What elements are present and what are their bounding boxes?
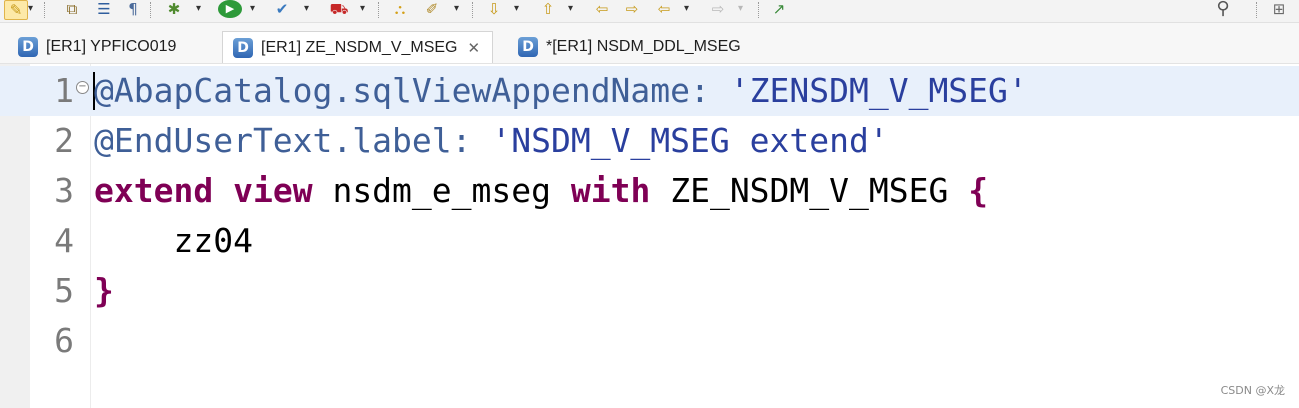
toolbar-separator xyxy=(472,2,474,18)
search-icon[interactable]: ⚲ xyxy=(1210,0,1236,18)
forward-icon[interactable]: ⇨ xyxy=(620,0,644,18)
toolbar-separator xyxy=(378,2,380,18)
brace-token: } xyxy=(94,271,114,310)
code-line-4[interactable]: 4 zz04 xyxy=(0,216,1299,266)
identifier-token: ZE_NSDM_V_MSEG xyxy=(650,171,969,210)
code-text: @AbapCatalog.sqlViewAppendName: 'ZENSDM_… xyxy=(94,66,1028,116)
main-toolbar: ✎ ▾ ⧉ ☰ ¶ ✱ ▾ ▶ ▾ ✔ ▾ ⛟ ▾ ⛬ ✐ ▾ ⇩ ▾ ⇧ ▾ … xyxy=(0,0,1299,23)
tab-label: [ER1] YPFICO019 xyxy=(46,37,177,55)
fold-collapse-icon[interactable]: − xyxy=(76,81,89,94)
debug-bug-icon[interactable]: ✱ xyxy=(162,0,186,18)
copy-objects-icon[interactable]: ⧉ xyxy=(60,0,84,18)
watermark: CSDN @X龙 xyxy=(1220,384,1285,397)
dropdown-icon[interactable]: ▾ xyxy=(684,3,689,14)
edit-pencil-icon[interactable]: ✎ xyxy=(4,0,28,20)
dropdown-icon[interactable]: ▾ xyxy=(250,3,255,14)
ddl-source-icon: D xyxy=(233,37,253,58)
line-number: 1 xyxy=(54,71,74,110)
editor-tab-bar: D [ER1] YPFICO019 D [ER1] ZE_NSDM_V_MSEG… xyxy=(0,23,1299,64)
string-literal-token: 'ZENSDM_V_MSEG' xyxy=(729,71,1028,110)
ddl-source-icon: D xyxy=(18,36,38,57)
back-icon[interactable]: ⇦ xyxy=(652,0,676,18)
next-annotation-icon[interactable]: ⇩ xyxy=(482,0,506,18)
magic-wand-icon[interactable]: ✐ xyxy=(420,0,444,18)
open-perspective-icon[interactable]: ↗ xyxy=(766,0,792,18)
document-list-icon[interactable]: ☰ xyxy=(92,0,116,18)
code-line-2[interactable]: 2 @EndUserText.label: 'NSDM_V_MSEG exten… xyxy=(0,116,1299,166)
toolbar-separator xyxy=(44,2,46,18)
code-text: zz04 xyxy=(94,216,253,266)
keyword-token: view xyxy=(233,171,313,210)
identifier-token: zz04 xyxy=(94,221,253,260)
tab-nsdm-ddl-mseg[interactable]: D *[ER1] NSDM_DDL_MSEG xyxy=(518,31,741,62)
keyword-token: with xyxy=(570,171,651,210)
dropdown-icon[interactable]: ▾ xyxy=(28,3,33,14)
dropdown-icon[interactable]: ▾ xyxy=(568,3,573,14)
dropdown-icon[interactable]: ▾ xyxy=(196,3,201,14)
toolbar-separator xyxy=(150,2,152,18)
keyword-token: extend xyxy=(94,171,214,210)
identifier-token: nsdm_e_mseg xyxy=(312,171,571,210)
toolbar-separator xyxy=(758,2,760,18)
code-editor[interactable]: 1 − @AbapCatalog.sqlViewAppendName: 'ZEN… xyxy=(0,64,1299,408)
line-number: 6 xyxy=(54,321,74,360)
code-text: } xyxy=(94,266,114,316)
code-line-3[interactable]: 3 extend view nsdm_e_mseg with ZE_NSDM_V… xyxy=(0,166,1299,216)
previous-annotation-icon[interactable]: ⇧ xyxy=(536,0,560,18)
line-number: 3 xyxy=(54,171,74,210)
ddl-source-icon: D xyxy=(518,36,538,57)
perspective-icon[interactable]: ⊞ xyxy=(1266,0,1292,18)
dropdown-icon[interactable]: ▾ xyxy=(304,3,309,14)
tab-label: *[ER1] NSDM_DDL_MSEG xyxy=(546,37,741,55)
line-number: 4 xyxy=(54,221,74,260)
transport-icon[interactable]: ⛟ xyxy=(326,0,352,18)
forward-icon[interactable]: ⇨ xyxy=(706,0,730,18)
code-text: @EndUserText.label: 'NSDM_V_MSEG extend' xyxy=(94,116,889,166)
open-folder-icon[interactable]: ⛬ xyxy=(388,0,412,18)
code-text: extend view nsdm_e_mseg with ZE_NSDM_V_M… xyxy=(94,166,988,216)
last-edit-location-icon[interactable]: ⇦ xyxy=(590,0,614,18)
tab-ze-nsdm-v-mseg[interactable]: D [ER1] ZE_NSDM_V_MSEG ✕ xyxy=(222,31,494,63)
annotation-token: @AbapCatalog.sqlViewAppendName: xyxy=(94,71,730,110)
tab-label: [ER1] ZE_NSDM_V_MSEG xyxy=(261,38,458,56)
tab-ypfico019[interactable]: D [ER1] YPFICO019 xyxy=(18,31,218,62)
dropdown-icon[interactable]: ▾ xyxy=(738,3,743,14)
dropdown-icon[interactable]: ▾ xyxy=(454,3,459,14)
code-line-6[interactable]: 6 xyxy=(0,316,1299,366)
annotation-token: @EndUserText.label: xyxy=(94,121,492,160)
string-literal-token: 'NSDM_V_MSEG extend' xyxy=(491,121,889,160)
identifier-token xyxy=(213,171,233,210)
dropdown-icon[interactable]: ▾ xyxy=(360,3,365,14)
line-number: 2 xyxy=(54,121,74,160)
close-icon[interactable]: ✕ xyxy=(468,39,481,57)
pilcrow-icon[interactable]: ¶ xyxy=(124,0,142,18)
line-number: 5 xyxy=(54,271,74,310)
code-line-1[interactable]: 1 − @AbapCatalog.sqlViewAppendName: 'ZEN… xyxy=(0,66,1299,116)
brace-token: { xyxy=(968,171,989,210)
code-line-5[interactable]: 5 } xyxy=(0,266,1299,316)
toolbar-separator xyxy=(1256,2,1258,18)
run-icon[interactable]: ▶ xyxy=(218,0,242,18)
activate-icon[interactable]: ✔ xyxy=(270,0,294,18)
dropdown-icon[interactable]: ▾ xyxy=(514,3,519,14)
